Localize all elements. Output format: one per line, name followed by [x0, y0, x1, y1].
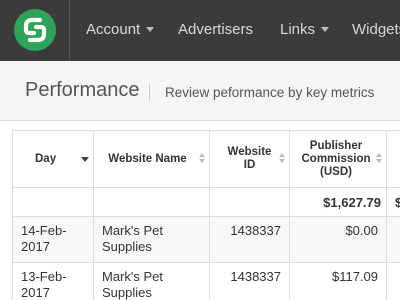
column-header-website-name[interactable]: Website Name — [93, 130, 210, 188]
nav-advertisers[interactable]: Advertisers — [178, 0, 253, 61]
column-header-label: Publisher Commission (USD) — [301, 139, 371, 178]
cell-website-name: Mark's Pet Supplies — [93, 216, 210, 263]
nav-account-label: Account — [86, 21, 141, 38]
table-row[interactable]: 13-Feb-2017 Mark's Pet Supplies 1438337 … — [12, 262, 400, 300]
nav-widgets[interactable]: Widgets — [352, 0, 400, 61]
page-title: Performance — [25, 79, 140, 101]
cell-day: 14-Feb-2017 — [12, 216, 94, 263]
nav-account[interactable]: Account — [86, 0, 155, 61]
totals-commission: $1,627.79 — [289, 187, 387, 217]
column-header-label: Day — [35, 152, 57, 165]
nav-links-label: Links — [280, 21, 316, 38]
sort-icon — [375, 153, 383, 165]
sort-icon — [278, 153, 286, 165]
performance-table-container: Day Website Name Website ID Publisher Co… — [12, 130, 400, 300]
nav-advertisers-label: Advertisers — [178, 21, 254, 38]
performance-table: Day Website Name Website ID Publisher Co… — [12, 130, 400, 300]
cell-website-id: 1438337 — [209, 216, 290, 263]
cell-day: 13-Feb-2017 — [12, 262, 94, 300]
cell-commission: $0.00 — [289, 216, 387, 263]
totals-cell — [209, 187, 290, 217]
logo-container — [0, 0, 70, 61]
cell-cut-off — [386, 262, 400, 300]
cell-commission: $117.09 — [289, 262, 387, 300]
column-header-publisher-commission[interactable]: Publisher Commission (USD) — [289, 130, 387, 188]
page-header: Performance Review peformance by key met… — [0, 61, 400, 121]
chevron-down-icon — [146, 27, 155, 32]
totals-cell: $ — [386, 187, 400, 217]
totals-row: $1,627.79 $ — [12, 187, 400, 217]
nav-widgets-label: Widgets — [352, 21, 400, 38]
totals-cell — [93, 187, 210, 217]
nav-links[interactable]: Links — [280, 0, 330, 61]
cell-cut-off — [386, 216, 400, 263]
page-subtitle: Review peformance by key metrics — [165, 85, 375, 100]
title-divider — [149, 84, 150, 101]
cell-website-id: 1438337 — [209, 262, 290, 300]
column-header-label: Website Name — [108, 152, 187, 165]
column-header-cut-off[interactable] — [386, 130, 400, 188]
top-navigation-bar: Account Advertisers Links Widgets — [0, 0, 400, 61]
sort-descending-icon — [81, 157, 89, 162]
column-header-day[interactable]: Day — [12, 130, 94, 188]
cj-logo-icon[interactable] — [14, 9, 56, 51]
totals-cell — [12, 187, 94, 217]
cell-website-name: Mark's Pet Supplies — [93, 262, 210, 300]
column-header-website-id[interactable]: Website ID — [209, 130, 290, 188]
chevron-down-icon — [321, 27, 330, 32]
table-row[interactable]: 14-Feb-2017 Mark's Pet Supplies 1438337 … — [12, 216, 400, 263]
sort-icon — [198, 153, 206, 165]
column-header-label: Website ID — [227, 146, 272, 171]
